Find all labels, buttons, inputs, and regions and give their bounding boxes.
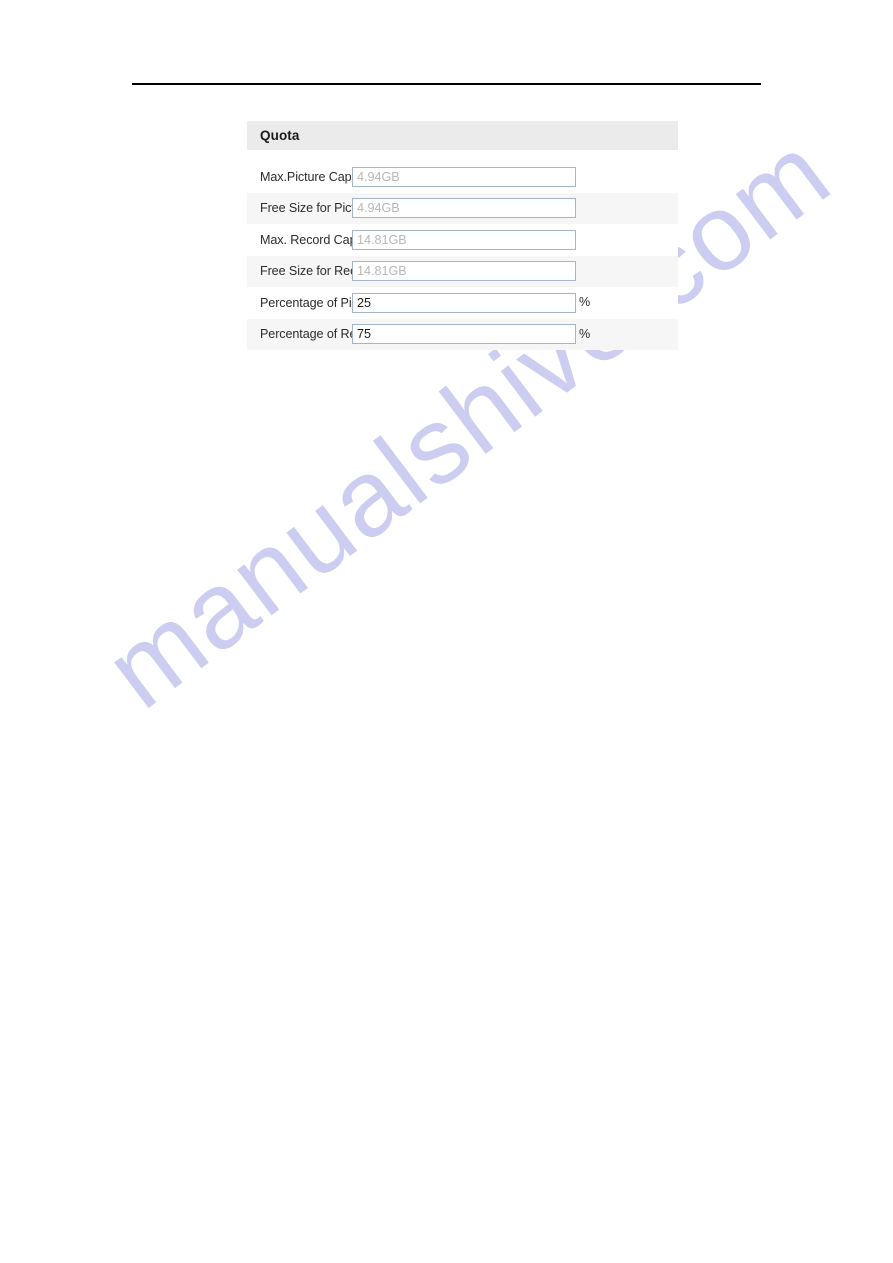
top-header-rule bbox=[132, 83, 761, 85]
quota-field-wrap bbox=[352, 198, 576, 219]
quota-row-label: Max. Record Capacity bbox=[260, 232, 382, 247]
quota-row-label: Free Size for Picture bbox=[260, 201, 373, 216]
quota-input-field[interactable] bbox=[352, 324, 576, 345]
quota-panel: Quota Max.Picture Capacity Free Size for … bbox=[247, 121, 678, 350]
quota-input-field[interactable] bbox=[352, 292, 576, 313]
quota-field-wrap bbox=[352, 229, 576, 250]
quota-readonly-field bbox=[352, 229, 576, 250]
quota-unit-label: % bbox=[579, 295, 591, 310]
quota-row: Free Size for Record bbox=[247, 255, 678, 287]
quota-field-wrap: % bbox=[352, 292, 591, 313]
quota-unit-label: % bbox=[579, 326, 591, 341]
quota-row: Max. Record Capacity bbox=[247, 224, 678, 256]
quota-row-label: Percentage of Record bbox=[260, 327, 381, 342]
panel-title: Quota bbox=[260, 128, 300, 143]
quota-field-wrap: % bbox=[352, 324, 591, 345]
quota-readonly-field bbox=[352, 198, 576, 219]
quota-panel-header: Quota bbox=[247, 121, 678, 150]
quota-row-label: Max.Picture Capacity bbox=[260, 169, 377, 184]
quota-row-label: Free Size for Record bbox=[260, 264, 375, 279]
quota-field-wrap bbox=[352, 166, 576, 187]
quota-row: Max.Picture Capacity bbox=[247, 161, 678, 193]
quota-readonly-field bbox=[352, 166, 576, 187]
quota-row: Percentage of Picture% bbox=[247, 287, 678, 319]
quota-field-wrap bbox=[352, 261, 576, 282]
quota-row: Free Size for Picture bbox=[247, 192, 678, 224]
quota-readonly-field bbox=[352, 261, 576, 282]
quota-row: Percentage of Record% bbox=[247, 318, 678, 350]
quota-row-label: Percentage of Picture bbox=[260, 295, 380, 310]
quota-rows-list: Max.Picture Capacity Free Size for Pictur… bbox=[247, 150, 678, 350]
